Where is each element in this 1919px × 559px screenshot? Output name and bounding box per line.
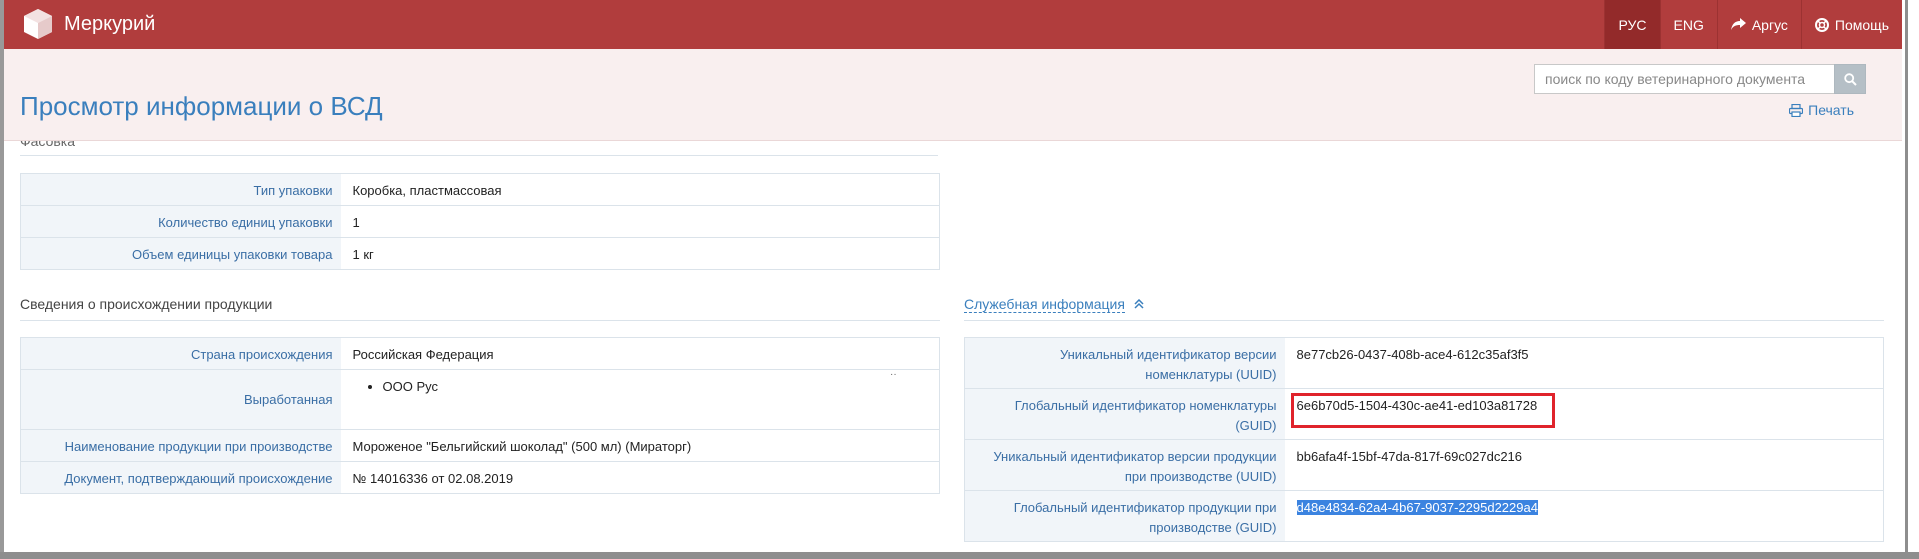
row-label: Объем единицы упаковки товара: [20, 237, 341, 270]
producer-list: ООО Рус: [353, 377, 928, 397]
packaging-title-text: Фасовка: [20, 141, 76, 149]
argus-link[interactable]: Аргус: [1716, 0, 1801, 49]
table-row: Объем единицы упаковки товара 1 кг: [20, 237, 940, 270]
window-frame-bottom: [0, 552, 1919, 559]
brand[interactable]: Меркурий: [22, 8, 155, 40]
lang-ru-label: РУС: [1618, 16, 1647, 33]
share-arrow-icon: [1730, 18, 1746, 30]
chevron-double-up-icon[interactable]: [1134, 298, 1144, 312]
row-label-line: Уникальный идентификатор версии продукци…: [993, 449, 1277, 464]
row-label: Наименование продукции при производстве: [20, 429, 341, 462]
row-label-line: при производстве (UUID): [1124, 469, 1277, 484]
row-label-line: (GUID): [1235, 418, 1277, 433]
origin-section-title: Сведения о происхождении продукции: [20, 296, 273, 312]
row-label: Глобальный идентификатор продукции при п…: [964, 490, 1285, 542]
search-form: [1534, 64, 1866, 94]
search-button[interactable]: [1834, 64, 1866, 94]
row-value: Российская Федерация: [352, 347, 494, 362]
printer-icon: [1789, 103, 1804, 117]
row-label-line: Глобальный идентификатор номенклатуры: [1014, 398, 1277, 413]
origin-table: Страна происхождения Российская Федераци…: [20, 337, 940, 494]
row-value: 1: [340, 205, 940, 238]
row-label-line: номенклатуры (UUID): [1145, 367, 1277, 382]
table-row: Страна происхождения Российская Федераци…: [20, 337, 940, 370]
row-label-line: производстве (GUID): [1149, 520, 1277, 535]
row-value: № 14016336 от 02.08.2019: [340, 461, 940, 494]
origin-rule: [20, 320, 940, 321]
row-label-line: Уникальный идентификатор версии: [1059, 347, 1277, 362]
row-label-line: Глобальный идентификатор продукции при: [1013, 500, 1277, 515]
highlight-annotation-box: [1291, 393, 1555, 428]
table-row: Наименование продукции при производстве …: [20, 429, 940, 462]
row-label: Уникальный идентификатор версии продукци…: [964, 439, 1285, 491]
row-label: Страна происхождения: [20, 337, 341, 370]
packaging-rule: [20, 155, 938, 156]
argus-label: Аргус: [1751, 16, 1788, 33]
row-label: Выработанная: [20, 369, 341, 430]
table-row: Глобальный идентификатор продукции при п…: [964, 490, 1884, 542]
nav-menu: РУС ENG Аргус Помощь: [1604, 0, 1902, 49]
table-row: Количество единиц упаковки 1: [20, 205, 940, 238]
page-header: Просмотр информации о ВСД Печать: [4, 49, 1902, 141]
service-section-title: Служебная информация: [964, 296, 1144, 313]
uuid-value: bb6afa4f-15bf-47da-817f-69c027dc216: [1296, 449, 1523, 464]
row-value: 8e77cb26-0437-408b-ace4-612c35af3f5: [1285, 338, 1884, 389]
row-label: Количество единиц упаковки: [20, 205, 341, 238]
service-toggle-link[interactable]: Служебная информация: [964, 296, 1125, 313]
lang-en-label: ENG: [1673, 16, 1704, 33]
table-row: Документ, подтверждающий происхождение №…: [20, 461, 940, 494]
row-value: Мороженое "Бельгийский шоколад" (500 мл)…: [340, 429, 940, 462]
decorative-dots: ··: [890, 369, 897, 380]
help-label: Помощь: [1834, 16, 1889, 33]
row-value: ООО Рус: [340, 369, 940, 430]
row-value: Коробка, пластмассовая: [352, 183, 502, 198]
lang-ru-button[interactable]: РУС: [1604, 0, 1660, 49]
list-item: ООО Рус: [383, 377, 928, 397]
row-value: 1 кг: [340, 237, 940, 270]
print-label: Печать: [1808, 102, 1854, 118]
help-link[interactable]: Помощь: [1800, 0, 1902, 49]
packaging-section-title: Фасовка: [20, 141, 75, 151]
search-icon: [1843, 72, 1857, 86]
row-label: Тип упаковки: [20, 173, 341, 206]
row-value: d48e4834-62a4-4b67-9037-2295d2229a4: [1284, 490, 1884, 542]
packaging-table: Тип упаковки Коробка, пластмассовая Коли…: [20, 173, 940, 270]
table-row: Выработанная ООО Рус: [20, 369, 940, 430]
top-navbar: Меркурий РУС ENG Аргус Помощь: [4, 0, 1902, 49]
row-label: Документ, подтверждающий происхождение: [20, 461, 341, 494]
row-value: bb6afa4f-15bf-47da-817f-69c027dc216: [1284, 439, 1884, 491]
mercury-logo-icon: [24, 9, 52, 39]
row-label: Глобальный идентификатор номенклатуры (G…: [964, 388, 1285, 440]
page-title: Просмотр информации о ВСД: [20, 91, 383, 121]
search-input[interactable]: [1534, 64, 1834, 94]
table-row: Уникальный идентификатор версии номенкла…: [964, 337, 1884, 389]
lang-en-button[interactable]: ENG: [1659, 0, 1717, 49]
print-link[interactable]: Печать: [1789, 102, 1854, 118]
table-row: Уникальный идентификатор версии продукци…: [964, 439, 1884, 491]
uuid-value: 8e77cb26-0437-408b-ace4-612c35af3f5: [1296, 347, 1529, 362]
app-name: Меркурий: [64, 12, 156, 35]
service-rule: [964, 320, 1884, 321]
lifebuoy-icon: [1814, 17, 1829, 32]
table-row: Тип упаковки Коробка, пластмассовая: [20, 173, 940, 206]
selected-guid-value[interactable]: d48e4834-62a4-4b67-9037-2295d2229a4: [1296, 500, 1538, 515]
service-table: Уникальный идентификатор версии номенкла…: [964, 337, 1884, 542]
row-label: Уникальный идентификатор версии номенкла…: [964, 337, 1285, 389]
window-frame-right: [1905, 0, 1919, 559]
